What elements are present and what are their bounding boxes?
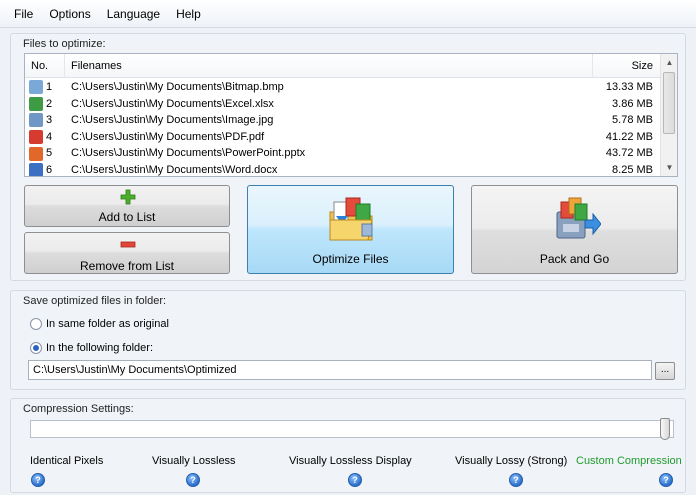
help-icon[interactable]: ? <box>659 473 673 487</box>
remove-from-list-button[interactable]: Remove from List <box>24 232 230 274</box>
optimize-files-label: Optimize Files <box>312 252 389 266</box>
file-list-header: No. Filenames Size <box>25 54 661 78</box>
row-size: 13.33 MB <box>605 81 653 93</box>
menu-file[interactable]: File <box>12 5 35 23</box>
word-file-icon <box>29 163 43 176</box>
row-number: 2 <box>29 96 65 113</box>
browse-folder-button[interactable]: ... <box>655 362 675 380</box>
scroll-down-icon[interactable]: ▼ <box>661 159 677 176</box>
file-list-rows: 1 C:\Users\Justin\My Documents\Bitmap.bmp… <box>25 79 661 176</box>
pack-and-go-label: Pack and Go <box>539 252 610 266</box>
radio-same-folder-indicator[interactable] <box>30 318 42 330</box>
level-visually-lossy-strong[interactable]: Visually Lossy (Strong) <box>455 455 567 467</box>
level-visually-lossless[interactable]: Visually Lossless <box>152 455 236 467</box>
menu-language[interactable]: Language <box>105 5 162 23</box>
level-custom-compression[interactable]: Custom Compression <box>576 455 682 467</box>
table-row[interactable]: 1 C:\Users\Justin\My Documents\Bitmap.bmp… <box>25 79 661 96</box>
row-size: 8.25 MB <box>612 163 653 176</box>
powerpoint-file-icon <box>29 146 43 161</box>
table-row[interactable]: 6 C:\Users\Justin\My Documents\Word.docx 8… <box>25 162 661 176</box>
compression-group-title: Compression Settings: <box>23 403 134 415</box>
radio-same-folder[interactable]: In same folder as original <box>30 318 169 330</box>
column-filenames[interactable]: Filenames <box>65 54 593 78</box>
compression-slider-track[interactable] <box>30 420 674 438</box>
minus-icon <box>120 241 136 248</box>
help-icon[interactable]: ? <box>509 473 523 487</box>
row-size: 41.22 MB <box>605 130 653 143</box>
row-number-text: 6 <box>46 163 53 176</box>
plus-icon <box>120 189 136 205</box>
bmp-file-icon <box>29 80 43 95</box>
row-number: 3 <box>29 112 65 129</box>
table-row[interactable]: 3 C:\Users\Justin\My Documents\Image.jpg 5… <box>25 112 661 129</box>
scroll-up-icon[interactable]: ▲ <box>661 54 677 71</box>
row-number: 1 <box>29 79 65 96</box>
row-filename: C:\Users\Justin\My Documents\Bitmap.bmp <box>71 81 284 93</box>
save-folder-group-title: Save optimized files in folder: <box>23 295 167 307</box>
radio-following-folder-label: In the following folder: <box>46 342 154 354</box>
menu-bar: File Options Language Help <box>0 0 696 28</box>
row-number-text: 4 <box>46 130 53 143</box>
files-group-title: Files to optimize: <box>23 38 106 50</box>
row-number-text: 5 <box>46 147 53 160</box>
scroll-thumb[interactable] <box>663 72 675 134</box>
column-no[interactable]: No. <box>25 54 65 78</box>
row-size: 5.78 MB <box>612 114 653 127</box>
help-icon[interactable]: ? <box>186 473 200 487</box>
row-number: 6 <box>29 162 65 176</box>
help-icon[interactable]: ? <box>348 473 362 487</box>
row-filename: C:\Users\Justin\My Documents\Image.jpg <box>71 114 274 127</box>
file-list[interactable]: No. Filenames Size 1 C:\Users\Justin\My D… <box>24 53 678 177</box>
table-row[interactable]: 4 C:\Users\Justin\My Documents\PDF.pdf 41.… <box>25 129 661 146</box>
folder-path-input[interactable]: C:\Users\Justin\My Documents\Optimized <box>28 360 652 380</box>
table-row[interactable]: 5 C:\Users\Justin\My Documents\PowerPoint… <box>25 145 661 162</box>
column-size[interactable]: Size <box>593 54 661 78</box>
add-to-list-button[interactable]: Add to List <box>24 185 230 227</box>
radio-same-folder-label: In same folder as original <box>46 318 169 330</box>
row-number: 4 <box>29 129 65 146</box>
row-filename: C:\Users\Justin\My Documents\PDF.pdf <box>71 130 265 143</box>
image-file-icon <box>29 113 43 128</box>
row-filename: C:\Users\Justin\My Documents\PowerPoint.… <box>71 147 306 160</box>
file-list-scrollbar[interactable]: ▲ ▼ <box>660 54 677 176</box>
optimize-files-button[interactable]: Optimize Files <box>247 185 454 274</box>
row-size: 43.72 MB <box>605 147 653 160</box>
row-filename: C:\Users\Justin\My Documents\Excel.xlsx <box>71 97 274 110</box>
remove-from-list-label: Remove from List <box>79 259 175 273</box>
excel-file-icon <box>29 96 43 111</box>
pdf-file-icon <box>29 130 43 145</box>
help-icon[interactable]: ? <box>31 473 45 487</box>
table-row[interactable]: 2 C:\Users\Justin\My Documents\Excel.xlsx… <box>25 96 661 113</box>
compression-slider-thumb[interactable] <box>660 418 670 440</box>
row-number-text: 3 <box>46 114 53 127</box>
optimize-files-icon <box>329 197 373 241</box>
level-identical-pixels[interactable]: Identical Pixels <box>30 455 103 467</box>
menu-help[interactable]: Help <box>174 5 203 23</box>
row-number: 5 <box>29 145 65 162</box>
row-size: 3.86 MB <box>612 97 653 110</box>
add-to-list-label: Add to List <box>98 210 156 224</box>
pack-and-go-icon <box>556 197 601 239</box>
menu-options[interactable]: Options <box>47 5 92 23</box>
row-filename: C:\Users\Justin\My Documents\Word.docx <box>71 163 278 176</box>
radio-following-folder[interactable]: In the following folder: <box>30 342 153 354</box>
level-visually-lossless-display[interactable]: Visually Lossless Display <box>289 455 412 467</box>
row-number-text: 1 <box>46 81 53 93</box>
pack-and-go-button[interactable]: Pack and Go <box>471 185 678 274</box>
row-number-text: 2 <box>46 97 53 110</box>
radio-following-folder-indicator[interactable] <box>30 342 42 354</box>
